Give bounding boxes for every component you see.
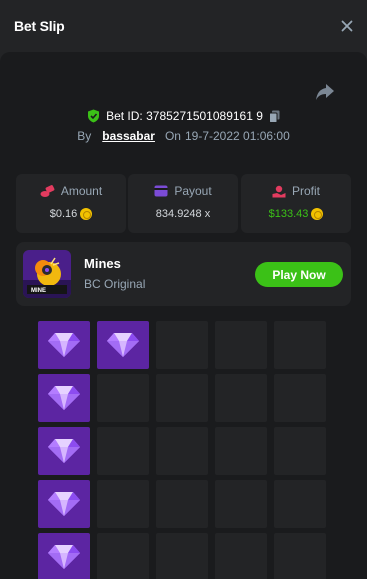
mine-tile-hidden <box>97 374 149 422</box>
amount-value-row: $0.16 <box>16 208 126 220</box>
mine-tile-hidden <box>156 321 208 369</box>
wallet-icon <box>154 185 168 197</box>
thumb-caption: MINE <box>31 288 46 294</box>
username-link[interactable]: bassabar <box>102 129 155 143</box>
mine-tile-hidden <box>215 427 267 475</box>
payout-label-row: Payout <box>128 184 238 198</box>
bet-owner-row: By bassabar On 19-7-2022 01:06:00 <box>0 128 367 144</box>
mine-tile-hidden <box>215 480 267 528</box>
profit-icon <box>272 185 286 197</box>
copy-icon[interactable] <box>268 110 280 123</box>
coins-icon <box>40 184 55 197</box>
bet-id-value: 3785271501089161 9 <box>146 109 263 123</box>
mine-tile-hidden <box>156 374 208 422</box>
play-now-button[interactable]: Play Now <box>255 262 343 287</box>
amount-card: Amount $0.16 <box>16 174 126 233</box>
share-icon <box>316 84 334 100</box>
amount-label: Amount <box>60 184 103 198</box>
profit-label: Profit <box>291 184 320 198</box>
game-card: MINE Mines BC Original Play Now <box>16 242 351 306</box>
bcd-coin-icon <box>80 208 93 220</box>
diamond-icon <box>48 386 80 410</box>
bet-id-text: Bet ID: 3785271501089161 9 <box>106 109 263 123</box>
mine-tile-gem <box>38 533 90 579</box>
amount-value: $0.16 <box>49 208 78 220</box>
page-title: Bet Slip <box>14 18 65 34</box>
mine-tile-hidden <box>97 533 149 579</box>
mine-tile-hidden <box>274 374 326 422</box>
mine-tile-hidden <box>215 533 267 579</box>
close-button[interactable] <box>337 16 357 36</box>
mine-tile-hidden <box>274 480 326 528</box>
mine-tile-gem <box>97 321 149 369</box>
diamond-icon <box>48 492 80 516</box>
payout-card: Payout 834.9248 x <box>128 174 238 233</box>
mine-tile-hidden <box>274 321 326 369</box>
mine-tile-gem <box>38 374 90 422</box>
diamond-icon <box>48 333 80 357</box>
on-label: On <box>164 129 181 143</box>
payout-label: Payout <box>174 184 212 198</box>
game-provider: BC Original <box>84 277 146 291</box>
diamond-icon <box>107 333 139 357</box>
mine-tile-hidden <box>156 533 208 579</box>
by-label: By <box>77 129 92 143</box>
mine-tile-hidden <box>274 533 326 579</box>
diamond-icon <box>48 545 80 569</box>
shield-check-icon <box>88 109 100 123</box>
mine-tile-hidden <box>156 427 208 475</box>
profit-value-row: $133.43 <box>241 208 351 220</box>
diamond-icon <box>48 439 80 463</box>
mine-tile-gem <box>38 321 90 369</box>
bcd-coin-icon <box>311 208 324 220</box>
mine-tile-hidden <box>97 480 149 528</box>
mine-tile-gem <box>38 480 90 528</box>
game-name: Mines <box>84 256 121 271</box>
mine-tile-hidden <box>274 427 326 475</box>
mines-board <box>38 321 328 579</box>
amount-label-row: Amount <box>16 184 126 198</box>
mine-tile-hidden <box>215 374 267 422</box>
bet-id-label: Bet ID: <box>106 109 143 123</box>
profit-card: Profit $133.43 <box>241 174 351 233</box>
mine-tile-hidden <box>215 321 267 369</box>
mine-tile-hidden <box>97 427 149 475</box>
profit-label-row: Profit <box>241 184 351 198</box>
share-button[interactable] <box>314 82 336 102</box>
bet-datetime: 19-7-2022 01:06:00 <box>184 129 290 143</box>
payout-value: 834.9248 x <box>155 208 211 220</box>
game-thumbnail[interactable]: MINE <box>23 250 71 298</box>
profit-value: $133.43 <box>268 208 309 220</box>
mine-tile-hidden <box>156 480 208 528</box>
mines-game-icon: MINE <box>23 250 71 298</box>
header: Bet Slip <box>0 0 367 52</box>
mine-tile-gem <box>38 427 90 475</box>
close-icon <box>341 20 353 32</box>
bet-id-row: Bet ID: 3785271501089161 9 <box>0 107 367 125</box>
payout-value-row: 834.9248 x <box>128 208 238 220</box>
